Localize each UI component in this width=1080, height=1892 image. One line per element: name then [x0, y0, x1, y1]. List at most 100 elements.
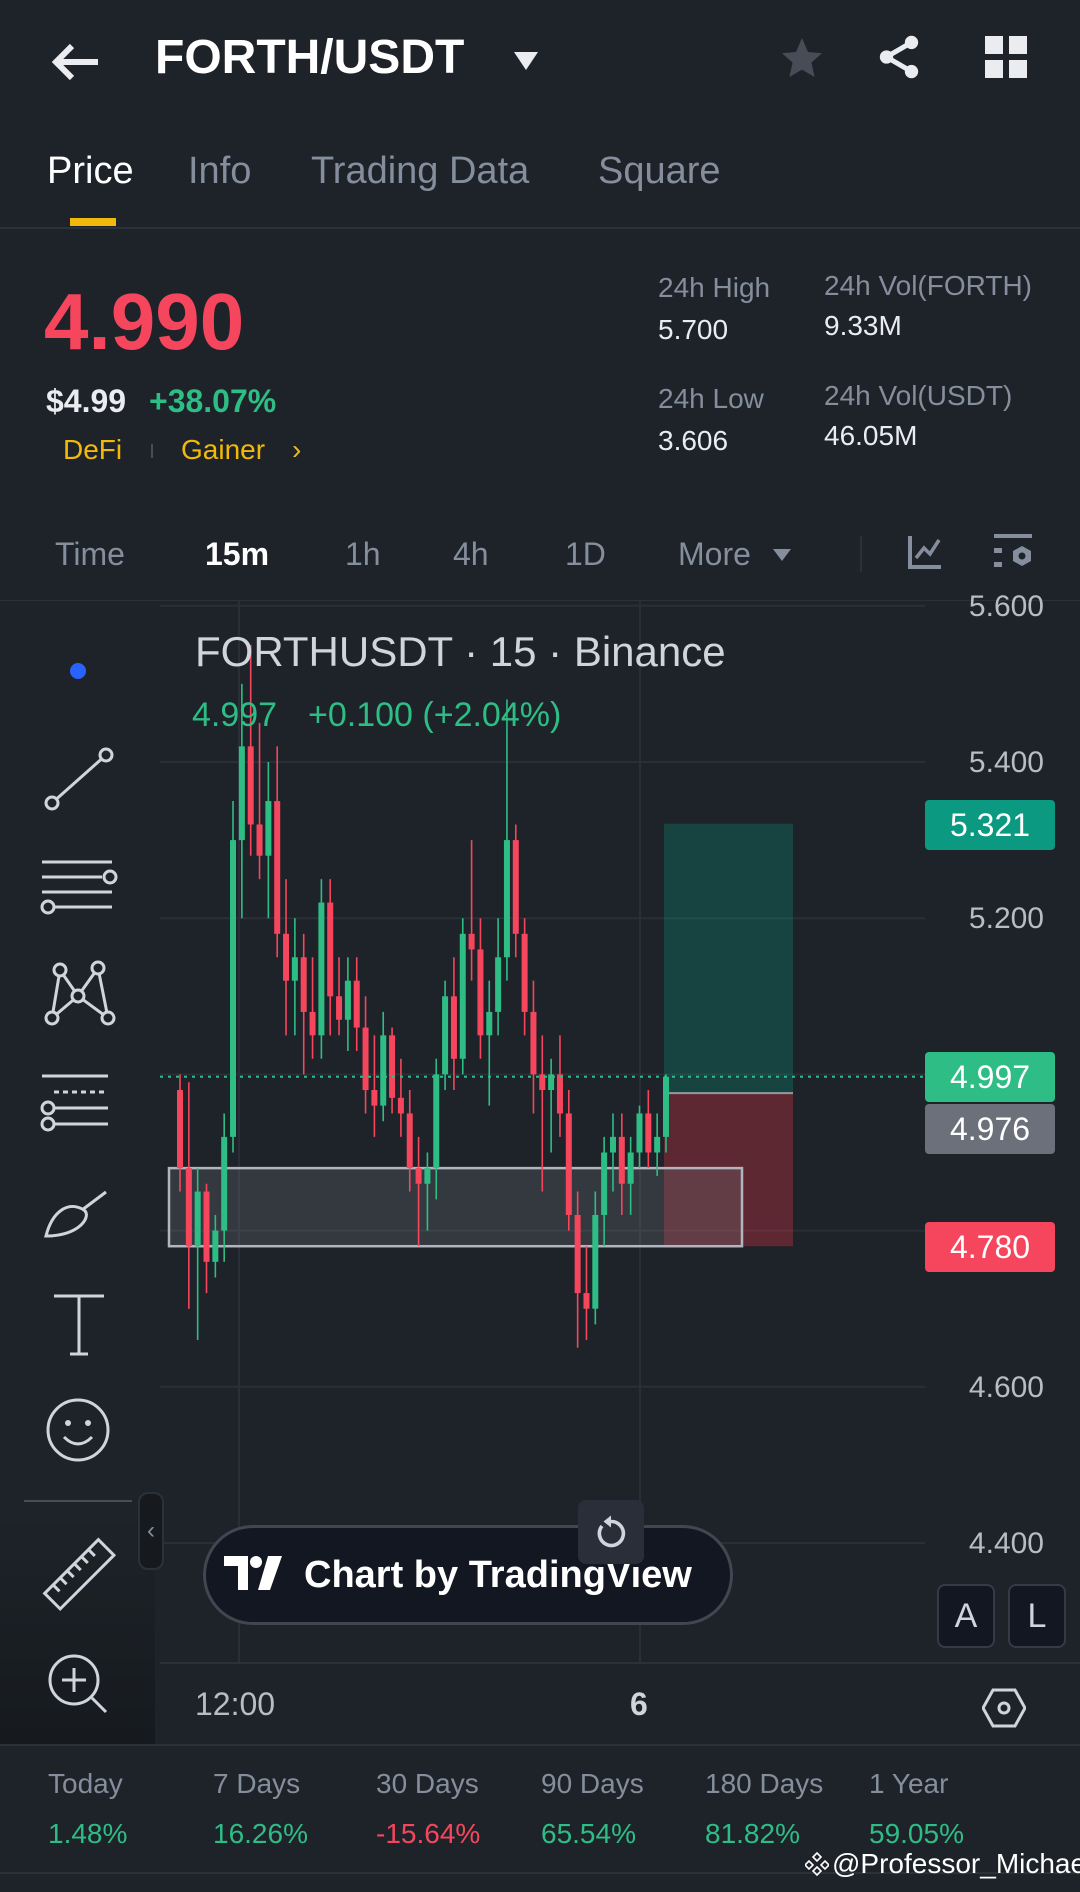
candle-body: [256, 824, 263, 856]
auto-scale-button[interactable]: A: [937, 1584, 995, 1648]
candle-body: [194, 1191, 201, 1247]
candle-body: [495, 957, 502, 1012]
last-price-tag: 4.997: [925, 1052, 1055, 1102]
candle-body: [486, 1011, 493, 1036]
candle-body: [609, 1136, 616, 1153]
y-tick: 5.600: [968, 590, 1044, 623]
candle-body: [468, 933, 475, 950]
candle-body: [344, 980, 351, 1020]
candle-body: [592, 1214, 599, 1309]
candle-body: [212, 1230, 219, 1262]
collapse-toolbar-button[interactable]: ‹: [138, 1492, 164, 1570]
candle-body: [556, 1074, 563, 1114]
candle-body: [636, 1113, 643, 1153]
candle-body: [371, 1090, 378, 1106]
perf-value: 1.48%: [48, 1818, 128, 1849]
y-tick: 4.600: [968, 1371, 1044, 1404]
candle-body: [309, 1011, 316, 1036]
candle-body: [353, 980, 360, 1028]
reset-chart-button[interactable]: [578, 1500, 644, 1564]
text-tool-icon[interactable]: [40, 1290, 120, 1360]
user-watermark: @Professor_Michael: [832, 1848, 1080, 1879]
candle-body: [565, 1113, 572, 1215]
divider: [160, 1662, 1080, 1664]
divider: [0, 1744, 1080, 1746]
candle-body: [450, 996, 457, 1059]
candle-body: [645, 1113, 652, 1153]
candle-body: [283, 933, 290, 981]
brush-icon[interactable]: [40, 1180, 120, 1250]
perf-label: 30 Days: [376, 1768, 479, 1799]
active-dot-icon: [70, 663, 86, 679]
ruler-icon[interactable]: [40, 1535, 120, 1612]
candle-body: [512, 840, 519, 934]
y-tick: 5.400: [968, 746, 1044, 779]
y-tick: 4.400: [968, 1527, 1044, 1560]
candle-body: [247, 746, 254, 825]
candlestick-chart[interactable]: [0, 0, 1080, 1745]
candle-body: [654, 1136, 661, 1153]
x-label: 6: [630, 1686, 648, 1722]
candle-body: [221, 1136, 228, 1231]
horizontal-lines-icon[interactable]: [40, 852, 120, 922]
perf-value: 81.82%: [705, 1818, 800, 1849]
candle-body: [415, 1168, 422, 1184]
candle-body: [177, 1090, 183, 1169]
emoji-icon[interactable]: [40, 1395, 120, 1465]
x-label: 12:00: [195, 1686, 276, 1722]
chart-settings-hex-icon[interactable]: [981, 1688, 1027, 1733]
candle-body: [618, 1136, 625, 1184]
candle-body: [627, 1152, 634, 1184]
perf-value: 65.54%: [541, 1818, 636, 1849]
candle-body: [327, 902, 334, 997]
zoom-in-icon[interactable]: [40, 1650, 120, 1720]
pattern-icon[interactable]: [40, 960, 120, 1030]
forecast-icon[interactable]: [40, 1068, 120, 1138]
candle-body: [318, 902, 325, 1036]
candle-body: [406, 1113, 413, 1169]
candle-body: [265, 801, 272, 856]
legend-change: +0.100 (+2.04%): [308, 696, 562, 734]
candle-body: [203, 1191, 210, 1262]
divider: [24, 1500, 132, 1502]
candle-body: [442, 996, 449, 1075]
candle-body: [521, 933, 528, 1012]
candle-body: [185, 1168, 192, 1247]
candle-body: [477, 949, 484, 1036]
candle-body: [424, 1168, 431, 1184]
candle-body: [397, 1097, 404, 1114]
candle-body: [601, 1152, 608, 1215]
chart-legend: FORTHUSDT · 15 · Binance: [195, 628, 726, 675]
candle-body: [230, 840, 237, 1137]
legend-close: 4.997: [192, 696, 278, 734]
candle-body: [574, 1214, 581, 1294]
perf-label: 7 Days: [213, 1768, 301, 1799]
perf-value: 59.05%: [869, 1818, 964, 1849]
candle-body: [274, 801, 281, 934]
candle-body: [380, 1035, 387, 1106]
candle-body: [300, 957, 307, 1012]
trend-line-icon[interactable]: [40, 745, 120, 815]
candle-body: [291, 957, 298, 981]
binance-logo-icon: [803, 1851, 831, 1881]
take-profit-price-tag: 5.321: [925, 800, 1055, 850]
candle-body: [362, 1027, 369, 1091]
support-zone-rectangle: [167, 1166, 744, 1248]
perf-label: Today: [48, 1768, 123, 1799]
tradingview-watermark[interactable]: Chart by TradingView: [203, 1525, 733, 1625]
candle-body: [663, 1076, 669, 1137]
tradingview-logo-icon: [224, 1555, 304, 1595]
perf-label: 1 Year: [869, 1768, 949, 1799]
candle-body: [336, 996, 343, 1020]
log-scale-button[interactable]: L: [1008, 1584, 1066, 1648]
candle-body: [503, 840, 510, 958]
candle-body: [389, 1035, 396, 1098]
perf-label: 180 Days: [705, 1768, 824, 1799]
stop-price-tag: 4.780: [925, 1222, 1055, 1272]
y-tick: 5.200: [968, 902, 1044, 935]
take-profit-zone: [664, 823, 793, 1094]
candle-body: [583, 1293, 590, 1309]
perf-label: 90 Days: [541, 1768, 644, 1799]
entry-price-tag: 4.976: [925, 1104, 1055, 1154]
perf-value: 16.26%: [213, 1818, 308, 1849]
